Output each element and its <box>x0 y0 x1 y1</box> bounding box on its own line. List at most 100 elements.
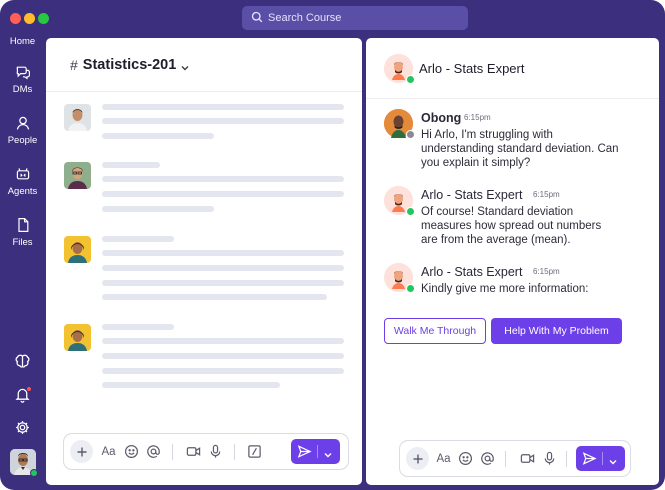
mention-icon[interactable] <box>479 450 496 467</box>
file-icon <box>0 217 45 233</box>
toolbar-divider <box>172 444 173 460</box>
send-button[interactable] <box>576 446 625 471</box>
avatar <box>64 236 91 263</box>
placeholder-line <box>102 353 344 359</box>
placeholder-line <box>102 338 344 344</box>
chat-header: Arlo - Stats Expert <box>366 38 659 99</box>
send-icon <box>297 444 312 459</box>
placeholder-line <box>102 104 344 110</box>
chat-title: Arlo - Stats Expert <box>419 61 525 76</box>
nav-label-dms: DMs <box>12 84 33 95</box>
nav-item-files[interactable]: Files <box>0 217 45 248</box>
microphone-icon[interactable] <box>541 450 558 467</box>
placeholder-line <box>102 133 214 139</box>
online-status <box>406 75 415 84</box>
robot-icon <box>0 166 45 182</box>
person-icon <box>0 115 45 131</box>
help-with-my-problem-button[interactable]: Help With My Problem <box>491 318 622 344</box>
online-status <box>406 284 415 293</box>
mention-icon[interactable] <box>145 443 162 460</box>
nav-label-people: People <box>7 135 38 146</box>
add-attachment-button[interactable] <box>406 447 429 470</box>
microphone-icon[interactable] <box>207 443 224 460</box>
nav-label-agents: Agents <box>7 186 38 197</box>
message-time: 6:15pm <box>533 190 560 199</box>
chat-composer[interactable]: Aa <box>399 440 631 477</box>
app-window: Search Course Home DMs People Agents Fil… <box>0 0 665 490</box>
maximize-window-button[interactable] <box>38 13 49 24</box>
current-user-status <box>30 469 38 477</box>
message-line: are from the average (mean). <box>421 234 571 246</box>
message-author: Arlo - Stats Expert <box>421 265 523 279</box>
nav-item-home[interactable]: Home <box>0 36 45 47</box>
emoji-icon[interactable] <box>123 443 140 460</box>
search-bar[interactable]: Search Course <box>242 6 468 30</box>
brain-icon[interactable] <box>14 353 31 370</box>
format-text-button[interactable]: Aa <box>100 443 117 460</box>
placeholder-line <box>102 250 344 256</box>
nav-item-people[interactable]: People <box>0 115 45 146</box>
send-divider <box>602 452 603 465</box>
chevron-down-icon[interactable] <box>608 454 618 465</box>
placeholder-line <box>102 280 344 286</box>
avatar <box>64 324 91 351</box>
message-author: Arlo - Stats Expert <box>421 188 523 202</box>
message-line: Hi Arlo, I'm struggling with <box>421 129 553 141</box>
message-time: 6:15pm <box>464 113 491 122</box>
message-line: Of course! Standard deviation <box>421 206 574 218</box>
agent-chat-panel: Arlo - Stats Expert Obong 6:15pm Hi Arlo… <box>366 38 659 485</box>
channel-header[interactable]: # Statistics-201 <box>46 38 362 92</box>
channel-composer[interactable]: Aa <box>63 433 349 470</box>
placeholder-line <box>102 206 214 212</box>
gear-icon[interactable] <box>14 419 31 436</box>
add-attachment-button[interactable] <box>70 440 93 463</box>
placeholder-line <box>102 236 174 242</box>
emoji-icon[interactable] <box>457 450 474 467</box>
message-line: you explain it simply? <box>421 157 531 169</box>
nav-item-agents[interactable]: Agents <box>0 166 45 197</box>
title-bar: Search Course <box>0 0 665 36</box>
channel-hash: # <box>70 56 78 73</box>
message-line: understanding standard deviation. Can <box>421 143 619 155</box>
avatar <box>64 104 91 131</box>
search-icon <box>251 11 268 26</box>
placeholder-line <box>102 118 344 124</box>
video-camera-icon[interactable] <box>185 443 202 460</box>
avatar <box>64 162 91 189</box>
placeholder-line <box>102 294 327 300</box>
offline-status <box>406 130 415 139</box>
minimize-window-button[interactable] <box>24 13 35 24</box>
nav-rail: Home DMs People Agents Files <box>0 36 45 490</box>
toolbar-divider <box>505 451 506 467</box>
chevron-down-icon <box>180 60 190 70</box>
walk-me-through-button[interactable]: Walk Me Through <box>384 318 486 344</box>
chevron-down-icon[interactable] <box>323 447 333 458</box>
close-window-button[interactable] <box>10 13 21 24</box>
chat-bubbles-icon <box>0 64 45 80</box>
placeholder-line <box>102 382 280 388</box>
send-icon <box>582 451 597 466</box>
placeholder-line <box>102 368 344 374</box>
toolbar-divider <box>566 451 567 467</box>
format-text-button[interactable]: Aa <box>435 450 452 467</box>
placeholder-line <box>102 324 174 330</box>
message-time: 6:15pm <box>533 267 560 276</box>
search-placeholder: Search Course <box>268 12 342 24</box>
toolbar-divider <box>234 444 235 460</box>
nav-label-files: Files <box>12 237 33 248</box>
placeholder-line <box>102 162 160 168</box>
video-camera-icon[interactable] <box>519 450 536 467</box>
nav-label-home: Home <box>9 36 36 47</box>
message-author: Obong <box>421 111 462 125</box>
notification-badge <box>26 386 32 392</box>
nav-item-dms[interactable]: DMs <box>0 64 45 95</box>
online-status <box>406 207 415 216</box>
slash-command-icon[interactable] <box>246 443 263 460</box>
channel-panel: # Statistics-201 Aa <box>46 38 362 485</box>
message-line: measures how spread out numbers <box>421 220 602 232</box>
placeholder-line <box>102 176 344 182</box>
send-button[interactable] <box>291 439 340 464</box>
message-line: Kindly give me more information: <box>421 283 589 295</box>
bell-icon[interactable] <box>14 386 32 403</box>
send-divider <box>317 445 318 458</box>
